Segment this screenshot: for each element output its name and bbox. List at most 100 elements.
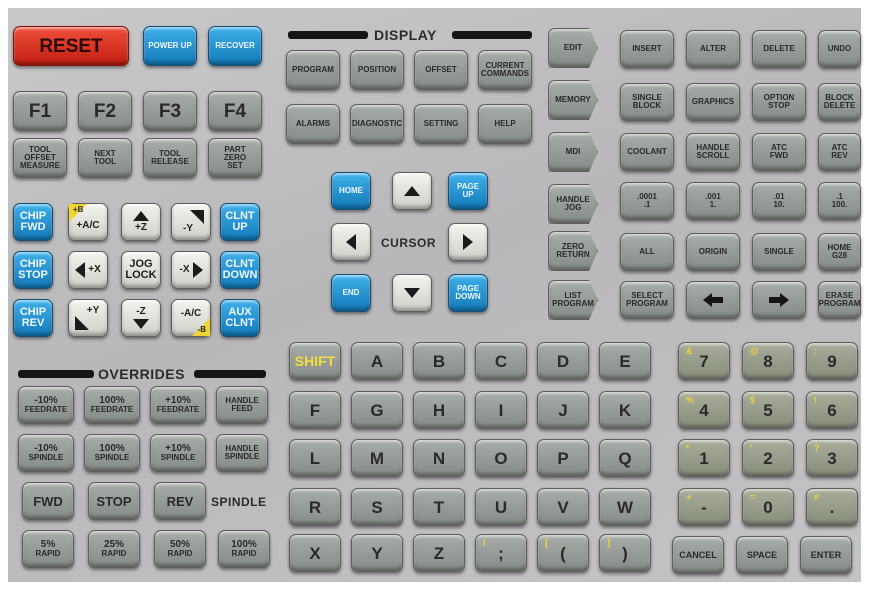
- cursor-up-button[interactable]: [392, 172, 432, 210]
- jog-lock-button[interactable]: JOG LOCK: [121, 251, 161, 289]
- key-q[interactable]: Q: [599, 439, 651, 477]
- option-stop-button[interactable]: OPTION STOP: [752, 83, 806, 121]
- key-decimal[interactable]: #.: [806, 488, 858, 526]
- tool-offset-measure-button[interactable]: TOOL OFFSET MEASURE: [13, 138, 67, 178]
- single-block-button[interactable]: SINGLE BLOCK: [620, 83, 674, 121]
- key-4[interactable]: % 4: [678, 391, 730, 429]
- power-up-button[interactable]: POWER UP: [143, 26, 197, 66]
- key-v[interactable]: V: [537, 488, 589, 526]
- clnt-down-button[interactable]: CLNT DOWN: [220, 251, 260, 289]
- handle-scroll-button[interactable]: HANDLE SCROLL: [686, 133, 740, 171]
- recover-button[interactable]: RECOVER: [208, 26, 262, 66]
- key-8[interactable]: @8: [742, 342, 794, 380]
- zero-return-button[interactable]: ZERO RETURN: [548, 231, 598, 271]
- key-e[interactable]: E: [599, 342, 651, 380]
- increment-1-button[interactable]: .1 100.: [818, 182, 861, 220]
- origin-button[interactable]: ORIGIN: [686, 233, 740, 271]
- feedrate-minus-10-button[interactable]: -10% FEEDRATE: [18, 386, 74, 424]
- minus-ac-button[interactable]: -A/C -B: [171, 299, 211, 337]
- handle-spindle-button[interactable]: HANDLE SPINDLE: [216, 434, 268, 472]
- all-button[interactable]: ALL: [620, 233, 674, 271]
- cancel-button[interactable]: CANCEL: [672, 536, 724, 574]
- arrow-left-button[interactable]: [686, 281, 740, 319]
- rapid-5-button[interactable]: 5% RAPID: [22, 530, 74, 568]
- aux-clnt-button[interactable]: AUX CLNT: [220, 299, 260, 337]
- key-u[interactable]: U: [475, 488, 527, 526]
- key-7[interactable]: & 7: [678, 342, 730, 380]
- key-2[interactable]: ' 2: [742, 439, 794, 477]
- key-d[interactable]: D: [537, 342, 589, 380]
- offset-button[interactable]: OFFSET: [414, 50, 468, 90]
- alarms-button[interactable]: ALARMS: [286, 104, 340, 144]
- key-0[interactable]: = 0: [742, 488, 794, 526]
- tool-release-button[interactable]: TOOL RELEASE: [143, 138, 197, 178]
- current-commands-button[interactable]: CURRENT COMMANDS: [478, 50, 532, 90]
- key-p[interactable]: P: [537, 439, 589, 477]
- end-button[interactable]: END: [331, 274, 371, 312]
- rapid-50-button[interactable]: 50% RAPID: [154, 530, 206, 568]
- key-w[interactable]: W: [599, 488, 651, 526]
- arrow-right-button[interactable]: [752, 281, 806, 319]
- undo-button[interactable]: UNDO: [818, 30, 861, 68]
- key-k[interactable]: K: [599, 391, 651, 429]
- f2-button[interactable]: F2: [78, 91, 132, 131]
- spindle-minus-10-button[interactable]: -10% SPINDLE: [18, 434, 74, 472]
- spindle-fwd-button[interactable]: FWD: [22, 482, 74, 520]
- key-c[interactable]: C: [475, 342, 527, 380]
- spindle-stop-button[interactable]: STOP: [88, 482, 140, 520]
- next-tool-button[interactable]: NEXT TOOL: [78, 138, 132, 178]
- key-o[interactable]: O: [475, 439, 527, 477]
- page-down-button[interactable]: PAGE DOWN: [448, 274, 488, 312]
- key-a[interactable]: A: [351, 342, 403, 380]
- key-6[interactable]: ! 6: [806, 391, 858, 429]
- insert-button[interactable]: INSERT: [620, 30, 674, 68]
- key-close-paren[interactable]: ] ): [599, 534, 651, 572]
- feedrate-plus-10-button[interactable]: +10% FEEDRATE: [150, 386, 206, 424]
- key-open-paren[interactable]: [ (: [537, 534, 589, 572]
- f4-button[interactable]: F4: [208, 91, 262, 131]
- position-button[interactable]: POSITION: [350, 50, 404, 90]
- block-delete-button[interactable]: BLOCK DELETE: [818, 83, 861, 121]
- key-y[interactable]: Y: [351, 534, 403, 572]
- minus-y-button[interactable]: -Y: [171, 203, 211, 241]
- key-9[interactable]: :9: [806, 342, 858, 380]
- key-n[interactable]: N: [413, 439, 465, 477]
- key-t[interactable]: T: [413, 488, 465, 526]
- home-button[interactable]: HOME: [331, 172, 371, 210]
- enter-button[interactable]: ENTER: [800, 536, 852, 574]
- f3-button[interactable]: F3: [143, 91, 197, 131]
- key-h[interactable]: H: [413, 391, 465, 429]
- key-f[interactable]: F: [289, 391, 341, 429]
- edit-button[interactable]: EDIT: [548, 28, 598, 68]
- mdi-button[interactable]: MDI: [548, 132, 598, 172]
- key-semicolon[interactable]: / ;: [475, 534, 527, 572]
- diagnostic-button[interactable]: DIAGNOSTIC: [350, 104, 404, 144]
- key-minus[interactable]: + -: [678, 488, 730, 526]
- increment-0001-button[interactable]: .0001.1: [620, 182, 674, 220]
- minus-x-button[interactable]: -X: [171, 251, 211, 289]
- key-s[interactable]: S: [351, 488, 403, 526]
- key-x[interactable]: X: [289, 534, 341, 572]
- chip-rev-button[interactable]: CHIP REV: [13, 299, 53, 337]
- key-i[interactable]: I: [475, 391, 527, 429]
- key-z[interactable]: Z: [413, 534, 465, 572]
- spindle-100-button[interactable]: 100% SPINDLE: [84, 434, 140, 472]
- key-g[interactable]: G: [351, 391, 403, 429]
- key-5[interactable]: $5: [742, 391, 794, 429]
- handle-feed-button[interactable]: HANDLE FEED: [216, 386, 268, 424]
- delete-button[interactable]: DELETE: [752, 30, 806, 68]
- f1-button[interactable]: F1: [13, 91, 67, 131]
- reset-button[interactable]: RESET: [13, 26, 129, 66]
- plus-y-button[interactable]: +Y: [68, 299, 108, 337]
- minus-z-button[interactable]: -Z: [121, 299, 161, 337]
- chip-fwd-button[interactable]: CHIP FWD: [13, 203, 53, 241]
- atc-fwd-button[interactable]: ATC FWD: [752, 133, 806, 171]
- handle-jog-button[interactable]: HANDLE JOG: [548, 184, 598, 224]
- page-up-button[interactable]: PAGE UP: [448, 172, 488, 210]
- coolant-button[interactable]: COOLANT: [620, 133, 674, 171]
- list-program-button[interactable]: LIST PROGRAM: [548, 280, 598, 320]
- select-program-button[interactable]: SELECT PROGRAM: [620, 281, 674, 319]
- key-j[interactable]: J: [537, 391, 589, 429]
- part-zero-set-button[interactable]: PART ZERO SET: [208, 138, 262, 178]
- home-g28-button[interactable]: HOME G28: [818, 233, 861, 271]
